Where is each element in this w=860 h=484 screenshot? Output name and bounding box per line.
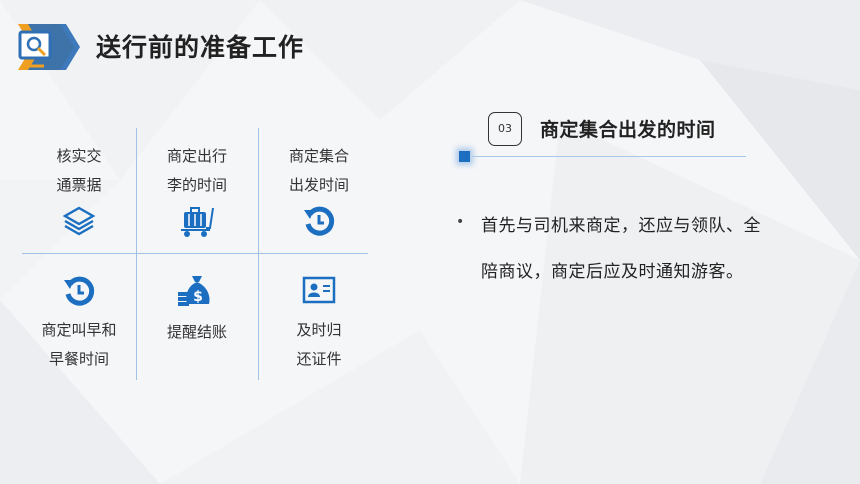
section-heading: 商定集合出发的时间 <box>540 119 716 141</box>
stack-layers-icon <box>62 206 96 236</box>
grid-divider <box>136 128 137 380</box>
cell-label: 商定叫早和 早餐时间 <box>41 321 117 368</box>
section-divider <box>472 156 746 157</box>
bullet-point: • <box>456 214 465 230</box>
cell-label: 及时归 还证件 <box>296 321 342 368</box>
cell-label: 提醒结账 <box>166 323 227 341</box>
preparation-grid: 核实交 通票据 商定出行 李的时间 商定集合 出发时间 商定叫早和 早餐时间 $… <box>22 128 368 380</box>
svg-text:$: $ <box>193 289 203 305</box>
cell-label: 商定集合 出发时间 <box>288 147 349 194</box>
grid-cell-checkout: $ 提醒结账 <box>140 274 254 347</box>
id-card-icon <box>302 276 336 304</box>
grid-cell-luggage-time: 商定出行 李的时间 <box>140 142 254 238</box>
money-bag-icon: $ <box>178 276 210 306</box>
grid-divider <box>22 253 368 254</box>
page-title: 送行前的准备工作 <box>96 33 305 62</box>
section-number-badge: 03 <box>488 112 522 146</box>
grid-cell-return-documents: 及时归 还证件 <box>262 274 376 374</box>
grid-divider <box>258 128 259 380</box>
luggage-cart-icon <box>181 207 214 237</box>
logo-icon <box>18 24 80 70</box>
history-clock-icon <box>64 276 95 306</box>
grid-cell-verify-tickets: 核实交 通票据 <box>22 142 136 238</box>
section-body-text: 首先与司机来商定，还应与领队、全陪商议，商定后应及时通知游客。 <box>481 216 761 282</box>
grid-cell-gathering-time: 商定集合 出发时间 <box>262 142 376 238</box>
cell-label: 核实交 通票据 <box>56 147 102 194</box>
cell-label: 商定出行 李的时间 <box>166 147 227 194</box>
accent-square <box>459 151 470 162</box>
grid-cell-wakeup-breakfast: 商定叫早和 早餐时间 <box>22 274 136 374</box>
history-clock-icon <box>304 206 335 236</box>
